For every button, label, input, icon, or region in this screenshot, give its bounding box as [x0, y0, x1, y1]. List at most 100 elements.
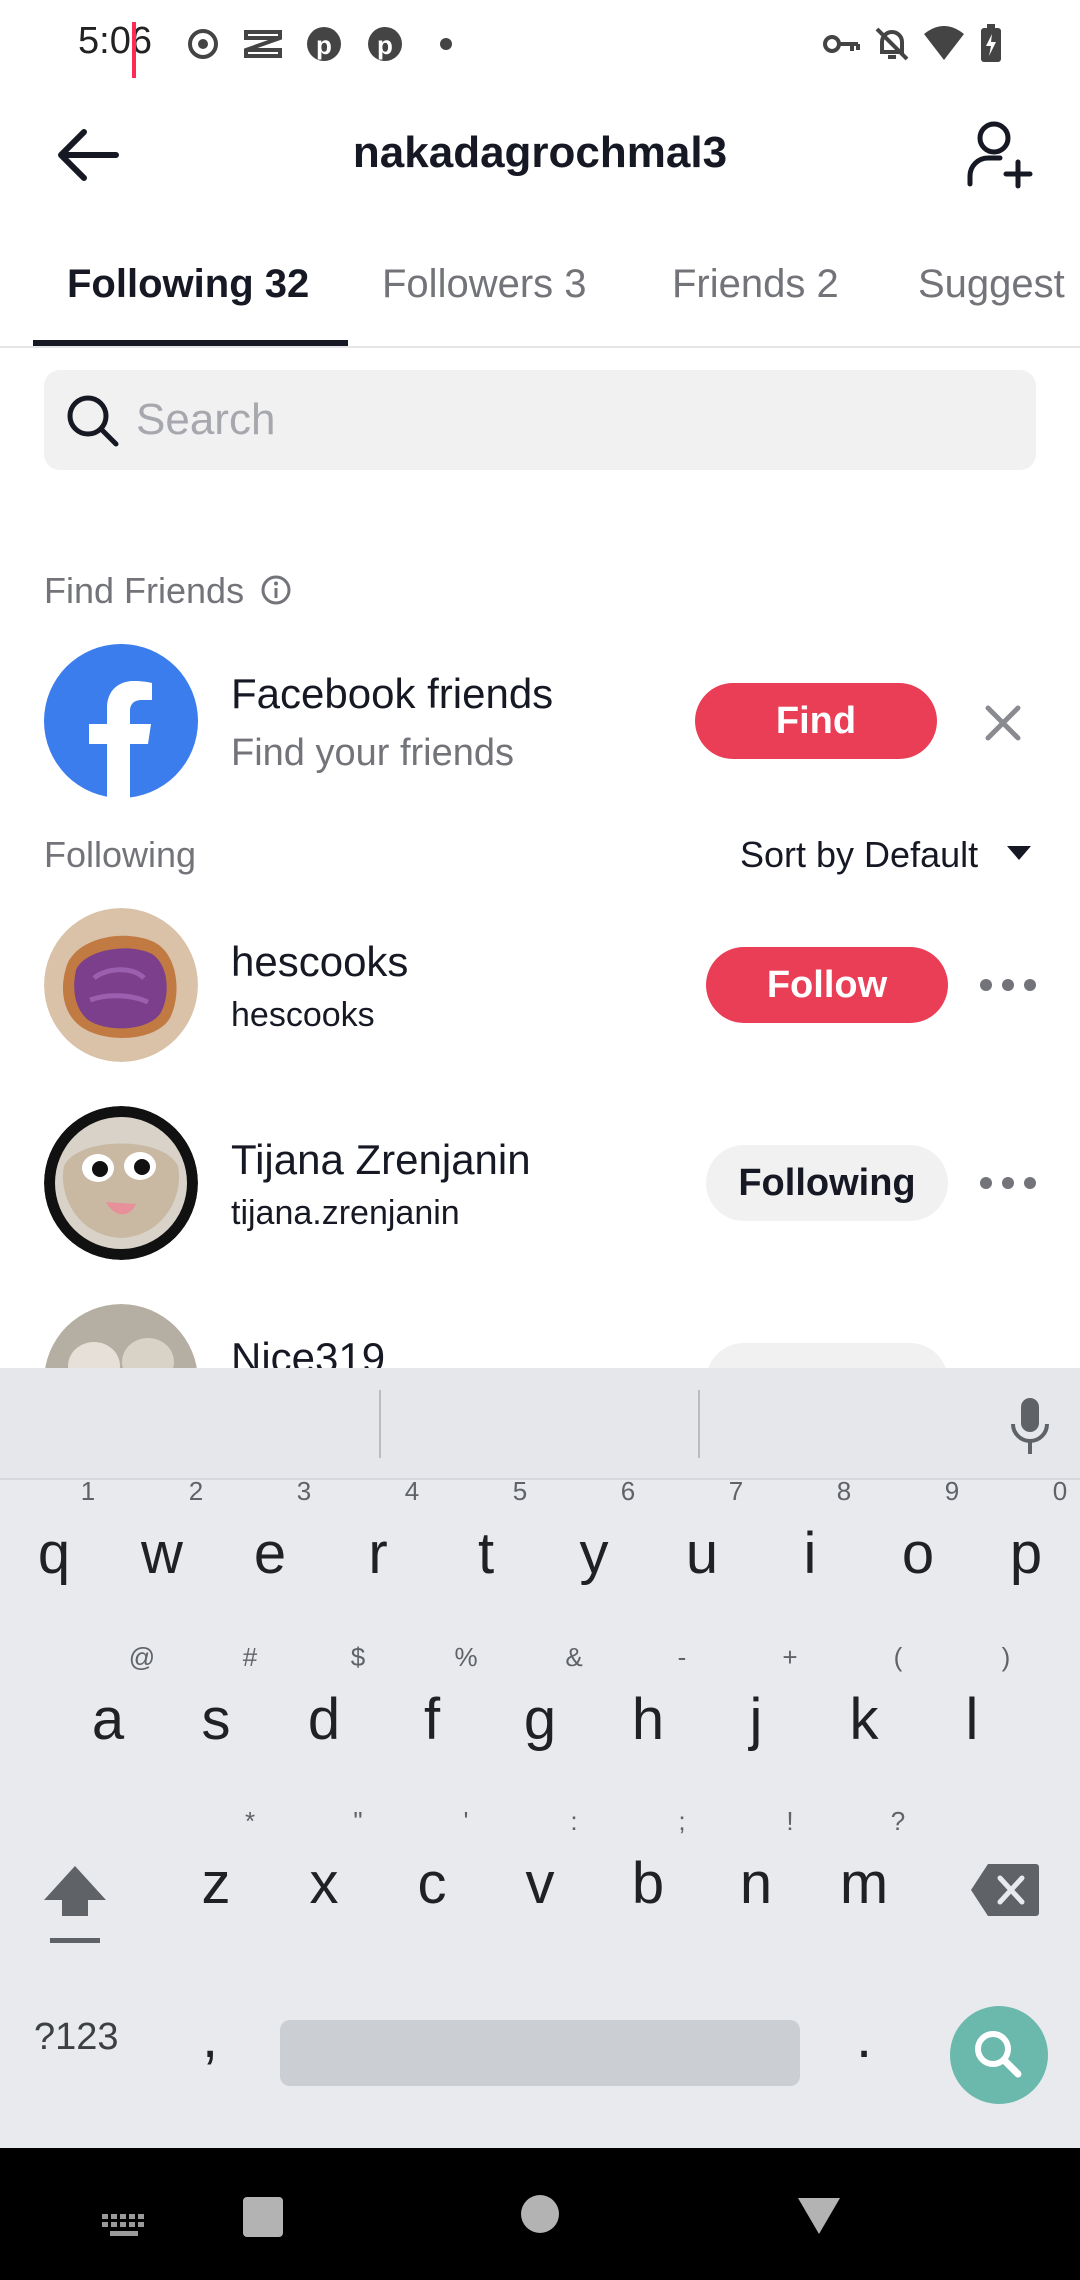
backspace-icon[interactable] — [970, 1862, 1040, 1918]
key-x[interactable]: x — [284, 1850, 364, 1917]
svg-text:p: p — [316, 30, 332, 60]
key-v[interactable]: v — [500, 1850, 580, 1917]
info-icon[interactable] — [260, 574, 292, 606]
tab-active-indicator — [33, 340, 348, 346]
space-key[interactable] — [280, 2020, 800, 2086]
person-add-icon[interactable] — [964, 118, 1036, 190]
key-hint: ) — [1001, 1642, 1011, 1672]
key-icon — [823, 35, 860, 53]
more-options-icon[interactable] — [978, 1173, 1038, 1193]
key-hint: # — [242, 1642, 258, 1672]
divider — [698, 1390, 700, 1458]
key-h[interactable]: h — [608, 1686, 688, 1753]
symbols-key[interactable]: ?123 — [34, 2016, 119, 2059]
divider — [379, 1390, 381, 1458]
key-hint: 1 — [80, 1476, 96, 1506]
pinterest-icon: p — [368, 27, 402, 61]
key-k[interactable]: k — [824, 1686, 904, 1753]
suggestion-strip — [0, 1368, 1080, 1480]
facebook-friends-title: Facebook friends — [231, 670, 554, 717]
status-bar: 5:06 p p — [0, 0, 1080, 88]
microphone-icon[interactable] — [1008, 1396, 1052, 1456]
following-label: Following — [44, 834, 197, 875]
key-hint: ' — [463, 1806, 469, 1836]
tab-suggested[interactable]: Suggest — [918, 262, 1065, 307]
bell-off-icon — [875, 27, 909, 61]
search-icon — [975, 2031, 1022, 2078]
search-bar — [44, 370, 1036, 470]
key-l[interactable]: l — [932, 1686, 1012, 1753]
user-name[interactable]: hescooks — [231, 938, 408, 986]
key-y[interactable]: y — [554, 1520, 634, 1587]
key-p[interactable]: p — [986, 1520, 1066, 1587]
tab-friends[interactable]: Friends 2 — [672, 262, 839, 307]
close-icon[interactable] — [978, 698, 1028, 748]
keyboard-switch-icon[interactable] — [102, 2214, 146, 2238]
keyboard: q1w2e3r4t5y6u7i8o9p0 a @ s # d $ f% g & h - j + k(l) … — [0, 1368, 1080, 2148]
key-q[interactable]: q — [14, 1520, 94, 1587]
key-z[interactable]: z — [176, 1850, 256, 1917]
key-hint: 4 — [404, 1476, 420, 1506]
key-hint: @ — [128, 1642, 156, 1672]
period-key[interactable]: . — [856, 2004, 872, 2071]
key-hint: + — [782, 1642, 798, 1672]
key-g[interactable]: g — [500, 1686, 580, 1753]
pinterest-icon: p — [307, 27, 341, 61]
back-nav-icon[interactable] — [796, 2196, 842, 2236]
key-w[interactable]: w — [122, 1520, 202, 1587]
key-f[interactable]: f — [392, 1686, 472, 1753]
key-r[interactable]: r — [338, 1520, 418, 1587]
keyboard-search-button[interactable] — [950, 2006, 1048, 2104]
key-t[interactable]: t — [446, 1520, 526, 1587]
facebook-friends-subtitle: Find your friends — [231, 732, 515, 774]
tab-following[interactable]: Following 32 — [67, 262, 309, 307]
navigation-bar — [0, 2148, 1080, 2280]
key-hint: ? — [890, 1806, 906, 1836]
find-friends-label: Find Friends — [44, 570, 245, 611]
svg-text:p: p — [377, 30, 393, 60]
more-options-icon[interactable] — [978, 975, 1038, 995]
battery-charging-icon — [981, 24, 1001, 62]
tab-followers[interactable]: Followers 3 — [382, 262, 587, 307]
shift-icon[interactable] — [42, 1862, 108, 1948]
key-o[interactable]: o — [878, 1520, 958, 1587]
key-m[interactable]: m — [824, 1850, 904, 1917]
home-icon[interactable] — [520, 2194, 560, 2234]
key-c[interactable]: c — [392, 1850, 472, 1917]
user-name[interactable]: Tijana Zrenjanin — [231, 1136, 531, 1184]
key-hint: 6 — [620, 1476, 636, 1506]
key-a[interactable]: a — [68, 1686, 148, 1753]
follow-button[interactable]: Follow — [706, 947, 948, 1023]
key-hint: 9 — [944, 1476, 960, 1506]
key-u[interactable]: u — [662, 1520, 742, 1587]
record-icon — [188, 29, 218, 59]
key-hint: & — [565, 1642, 583, 1672]
avatar[interactable] — [44, 908, 198, 1062]
key-hint: 0 — [1052, 1476, 1068, 1506]
tab-bar: Following 32 Followers 3 Friends 2 Sugge… — [0, 240, 1080, 348]
key-j[interactable]: j — [716, 1686, 796, 1753]
following-button[interactable]: Following — [706, 1145, 948, 1221]
key-n[interactable]: n — [716, 1850, 796, 1917]
wifi-icon — [924, 26, 964, 60]
text-cursor — [132, 22, 136, 78]
avatar[interactable] — [44, 1106, 198, 1260]
key-d[interactable]: d — [284, 1686, 364, 1753]
key-hint: % — [454, 1642, 478, 1672]
user-handle: hescooks — [231, 996, 375, 1034]
key-s[interactable]: s — [176, 1686, 256, 1753]
key-hint: ( — [893, 1642, 903, 1672]
header: nakadagrochmal3 — [0, 100, 1080, 210]
key-hint: 2 — [188, 1476, 204, 1506]
sort-dropdown[interactable]: Sort by Default — [740, 834, 978, 876]
key-e[interactable]: e — [230, 1520, 310, 1587]
key-b[interactable]: b — [608, 1850, 688, 1917]
recents-icon[interactable] — [242, 2196, 284, 2238]
find-button[interactable]: Find — [695, 683, 937, 759]
search-input[interactable] — [136, 384, 996, 456]
key-hint: $ — [350, 1642, 366, 1672]
page-title: nakadagrochmal3 — [352, 128, 728, 177]
key-hint: 5 — [512, 1476, 528, 1506]
comma-key[interactable]: , — [202, 2004, 218, 2071]
key-i[interactable]: i — [770, 1520, 850, 1587]
